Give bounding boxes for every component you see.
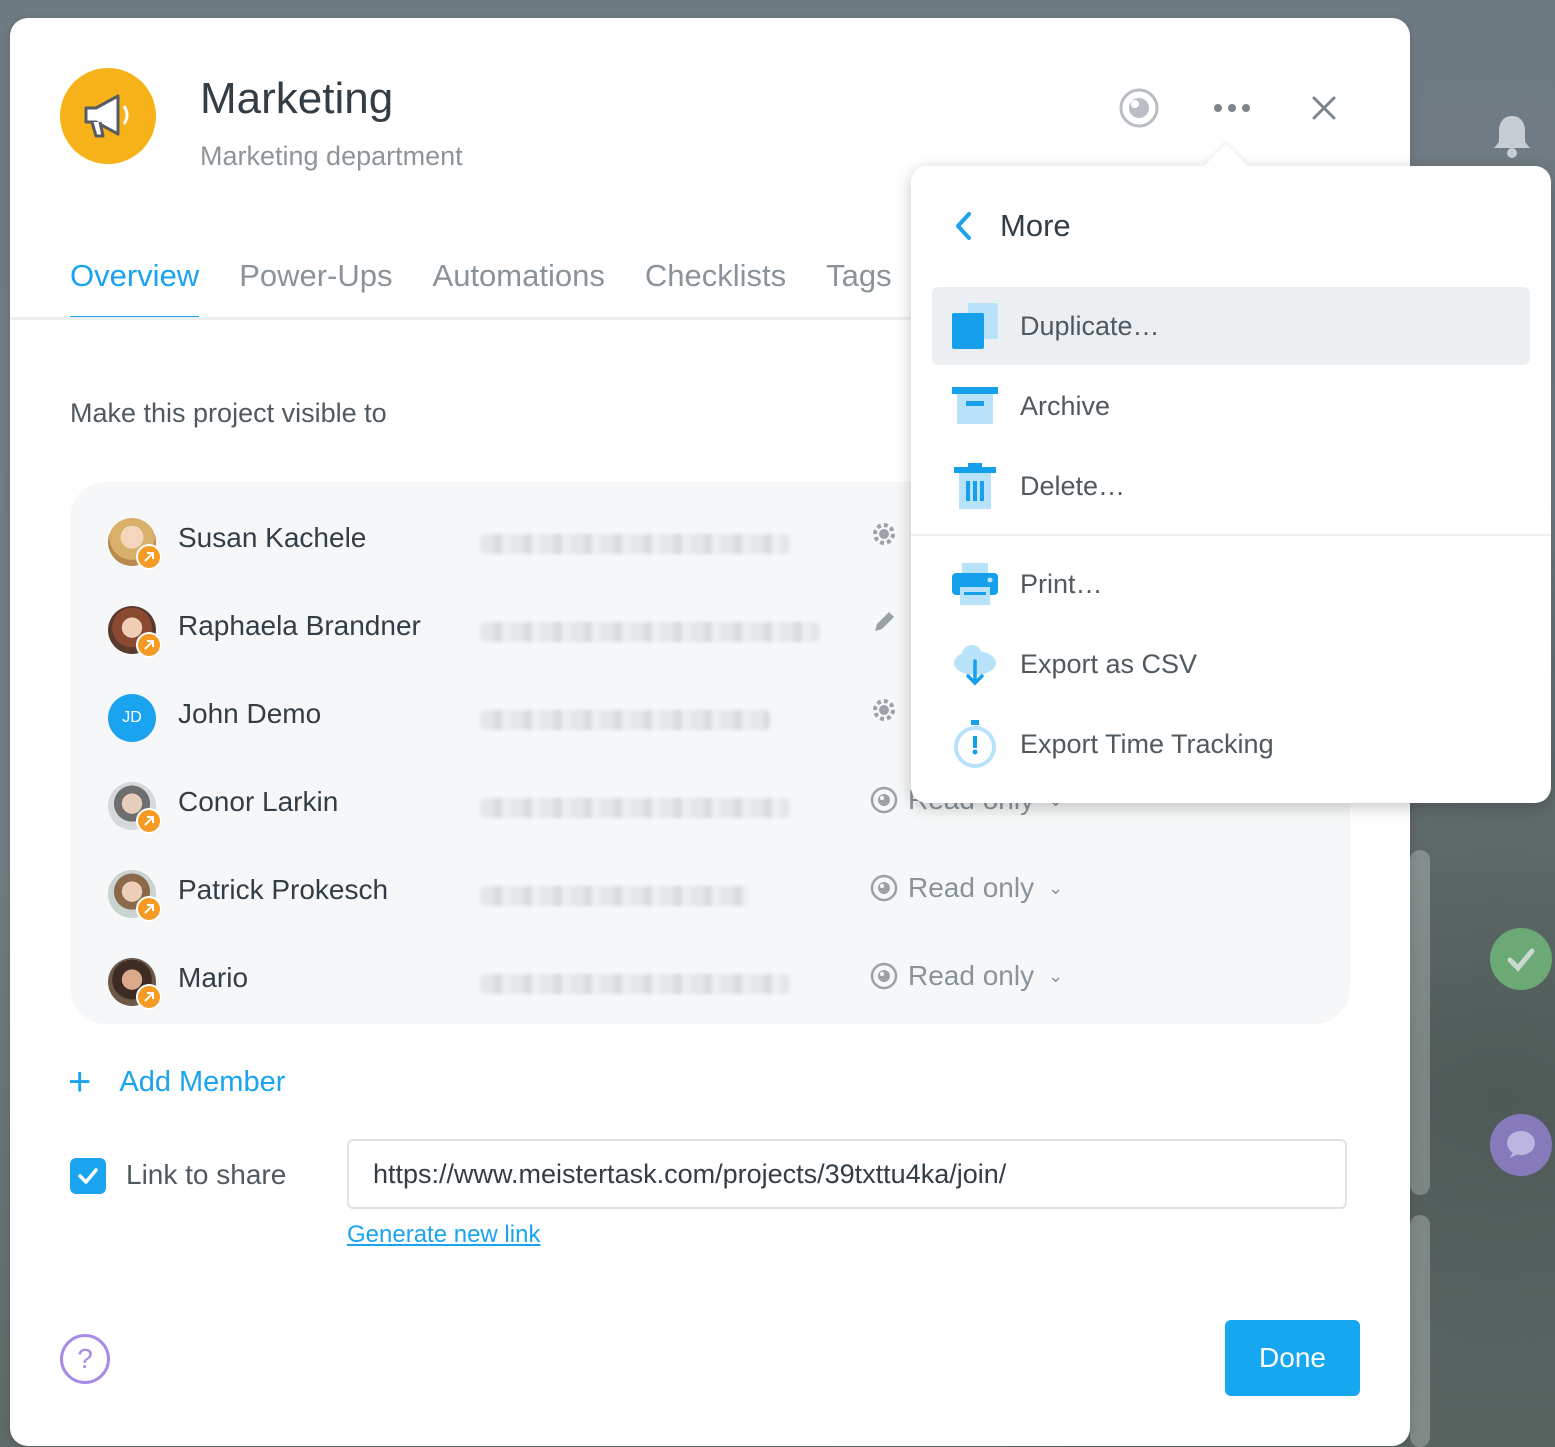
visibility-label: Make this project visible to	[70, 398, 387, 428]
avatar-initials: JD	[108, 694, 156, 742]
pencil-icon	[875, 612, 894, 631]
menu-divider	[911, 534, 1551, 536]
menu-item-label: Archive	[1020, 390, 1111, 421]
back-button[interactable]	[953, 208, 983, 244]
chevron-down-icon: ⌄	[1048, 877, 1064, 898]
generate-new-link[interactable]: Generate new link	[347, 1221, 540, 1249]
eye-icon	[870, 874, 898, 902]
menu-item-duplicate[interactable]: Duplicate…	[932, 287, 1530, 365]
menu-item-label: Export Time Tracking	[1020, 728, 1274, 759]
gear-icon	[873, 523, 895, 545]
duplicate-icon	[950, 301, 1000, 351]
more-button[interactable]	[1210, 86, 1254, 130]
chevron-left-icon	[956, 212, 971, 240]
external-user-badge	[136, 808, 162, 834]
background-card	[1410, 1215, 1430, 1447]
more-icon	[1214, 104, 1250, 112]
menu-item-label: Duplicate…	[1020, 310, 1160, 341]
archive-icon	[950, 381, 1000, 431]
member-role[interactable]	[870, 520, 908, 548]
avatar[interactable]	[108, 958, 162, 1010]
menu-item-print[interactable]: Print…	[932, 545, 1530, 623]
watch-icon	[1119, 88, 1159, 128]
checkmark-icon	[78, 1168, 98, 1184]
eye-icon	[870, 786, 898, 814]
menu-title: More	[1000, 208, 1071, 243]
member-name: Patrick Prokesch	[178, 874, 389, 905]
done-button[interactable]: Done	[1225, 1320, 1360, 1396]
member-row: Mario Read only ⌄	[70, 938, 1350, 1026]
cloud-download-icon	[950, 639, 1000, 689]
tab-tags[interactable]: Tags	[826, 256, 891, 320]
member-name: Conor Larkin	[178, 786, 339, 817]
bell-icon[interactable]	[1490, 112, 1534, 160]
avatar[interactable]	[108, 870, 162, 922]
project-subtitle[interactable]: Marketing department	[200, 141, 463, 172]
trash-icon	[950, 461, 1000, 511]
add-member-button[interactable]: + Add Member	[68, 1062, 285, 1102]
member-name: Raphaela Brandner	[178, 610, 421, 641]
tab-automations[interactable]: Automations	[433, 256, 605, 320]
member-email-redacted	[480, 798, 790, 818]
member-role[interactable]: Read only ⌄	[870, 960, 1063, 992]
member-email-redacted	[480, 974, 790, 994]
external-user-badge	[136, 544, 162, 570]
close-icon	[1312, 96, 1336, 120]
chevron-down-icon: ⌄	[1048, 965, 1064, 986]
tab-bar: Overview Power-Ups Automations Checklist…	[70, 256, 892, 320]
member-name: John Demo	[178, 698, 322, 729]
menu-item-export-csv[interactable]: Export as CSV	[932, 625, 1530, 703]
member-role-label: Read only	[908, 872, 1035, 903]
member-email-redacted	[480, 886, 750, 906]
project-title[interactable]: Marketing	[200, 74, 393, 124]
menu-item-delete[interactable]: Delete…	[932, 447, 1530, 525]
project-icon	[60, 68, 156, 164]
tab-overview[interactable]: Overview	[70, 256, 200, 320]
check-icon[interactable]	[1490, 928, 1552, 990]
share-link-checkbox[interactable]	[70, 1158, 106, 1194]
tab-power-ups[interactable]: Power-Ups	[239, 256, 392, 320]
gear-icon	[873, 699, 895, 721]
menu-item-label: Export as CSV	[1020, 648, 1198, 679]
tab-checklists[interactable]: Checklists	[645, 256, 786, 320]
stopwatch-icon	[950, 719, 1000, 769]
member-name: Susan Kachele	[178, 522, 367, 553]
background-card	[1410, 850, 1430, 1195]
avatar[interactable]	[108, 518, 162, 570]
menu-item-archive[interactable]: Archive	[932, 367, 1530, 445]
member-role[interactable]	[870, 608, 908, 636]
more-menu: More Duplicate… Archive Delete… Print… E…	[911, 143, 1551, 803]
question-icon: ?	[77, 1343, 93, 1374]
chat-icon[interactable]	[1490, 1114, 1552, 1176]
external-user-badge	[136, 984, 162, 1010]
member-row: Patrick Prokesch Read only ⌄	[70, 850, 1350, 938]
share-link-label: Link to share	[126, 1159, 287, 1190]
member-role[interactable]	[870, 696, 908, 724]
watch-button[interactable]	[1117, 86, 1161, 130]
menu-item-export-time-tracking[interactable]: Export Time Tracking	[932, 705, 1530, 783]
member-name: Mario	[178, 962, 249, 993]
avatar[interactable]: JD	[108, 694, 156, 742]
plus-icon: +	[68, 1060, 92, 1104]
add-member-label: Add Member	[119, 1065, 286, 1098]
avatar[interactable]	[108, 782, 162, 834]
external-user-badge	[136, 896, 162, 922]
member-role-label: Read only	[908, 960, 1035, 991]
printer-icon	[950, 559, 1000, 609]
external-user-badge	[136, 632, 162, 658]
member-role[interactable]: Read only ⌄	[870, 872, 1063, 904]
avatar[interactable]	[108, 606, 162, 658]
menu-item-label: Print…	[1020, 568, 1103, 599]
help-button[interactable]: ?	[60, 1334, 110, 1384]
member-email-redacted	[480, 534, 790, 554]
megaphone-icon	[84, 94, 129, 138]
eye-icon	[870, 962, 898, 990]
member-email-redacted	[480, 622, 820, 642]
member-email-redacted	[480, 710, 770, 730]
menu-item-label: Delete…	[1020, 470, 1126, 501]
close-button[interactable]	[1302, 86, 1346, 130]
share-link-input[interactable]	[347, 1139, 1347, 1209]
